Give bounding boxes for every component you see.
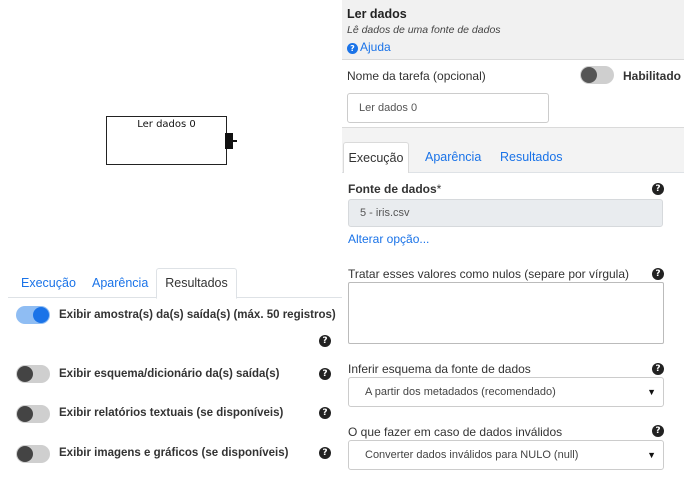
task-name-section: Nome da tarefa (opcional) Habilitado Ler…: [342, 60, 684, 128]
panel-subtitle: Lê dados de uma fonte de dados: [347, 24, 501, 36]
toggle-knob: [17, 366, 33, 382]
task-properties-panel: Ler dados Lê dados de uma fonte de dados…: [342, 0, 684, 489]
help-icon[interactable]: ?: [652, 183, 664, 195]
nulls-textarea[interactable]: [348, 282, 664, 344]
show-sample-toggle[interactable]: [16, 306, 50, 324]
help-icon[interactable]: ?: [652, 363, 664, 375]
help-link[interactable]: ? Ajuda: [347, 40, 391, 54]
output-port-connector: [233, 140, 237, 142]
tab-execucao[interactable]: Execução: [343, 142, 409, 174]
show-schema-label: Exibir esquema/dicionário da(s) saída(s): [59, 368, 280, 380]
invalid-data-value: Converter dados inválidos para NULO (nul…: [365, 449, 579, 461]
invalid-data-label: O que fazer em caso de dados inválidos: [348, 425, 563, 439]
help-link-label: Ajuda: [360, 40, 391, 54]
show-images-label: Exibir imagens e gráficos (se disponívei…: [59, 447, 289, 459]
show-text-reports-label: Exibir relatórios textuais (se disponíve…: [59, 407, 284, 419]
help-icon[interactable]: ?: [319, 447, 331, 459]
question-circle-icon: ?: [347, 43, 358, 54]
tab-resultados[interactable]: Resultados: [156, 268, 237, 299]
execution-tab-content: Fonte de dados* ? 5 - iris.csv Alterar o…: [342, 173, 684, 489]
tab-resultados[interactable]: Resultados: [492, 142, 571, 173]
task-config-area: Execução Aparência Resultados Fonte de d…: [342, 128, 684, 489]
panel-title: Ler dados: [347, 7, 407, 21]
toggle-knob: [581, 67, 597, 83]
change-option-link[interactable]: Alterar opção...: [348, 232, 429, 246]
chevron-down-icon: ▼: [647, 387, 656, 397]
infer-schema-value: A partir dos metadados (recomendado): [365, 386, 556, 398]
tab-aparencia[interactable]: Aparência: [84, 268, 156, 298]
nulls-label: Tratar esses valores como nulos (separe …: [348, 267, 630, 281]
output-port[interactable]: [225, 133, 233, 149]
help-icon[interactable]: ?: [319, 335, 331, 347]
data-source-label: Fonte de dados*: [348, 182, 441, 196]
tab-aparencia[interactable]: Aparência: [417, 142, 489, 173]
toggle-knob: [17, 406, 33, 422]
panel-header: Ler dados Lê dados de uma fonte de dados…: [342, 0, 684, 60]
help-icon[interactable]: ?: [652, 268, 664, 280]
results-panel-tabs: Execução Aparência Resultados: [8, 268, 342, 299]
invalid-data-select[interactable]: Converter dados inválidos para NULO (nul…: [348, 440, 664, 470]
chevron-down-icon: ▼: [647, 450, 656, 460]
show-images-toggle[interactable]: [16, 445, 50, 463]
data-source-field: 5 - iris.csv: [348, 199, 663, 227]
help-icon[interactable]: ?: [319, 368, 331, 380]
help-icon[interactable]: ?: [319, 407, 331, 419]
help-icon[interactable]: ?: [652, 425, 664, 437]
data-source-label-text: Fonte de dados: [348, 182, 437, 196]
infer-schema-label: Inferir esquema da fonte de dados: [348, 362, 531, 376]
toggle-knob: [33, 307, 49, 323]
task-node-ler-dados[interactable]: Ler dados 0: [106, 116, 227, 165]
toggle-knob: [17, 446, 33, 462]
show-text-reports-toggle[interactable]: [16, 405, 50, 423]
enabled-toggle[interactable]: [580, 66, 614, 84]
results-panel: Execução Aparência Resultados Exibir amo…: [8, 268, 342, 489]
show-schema-toggle[interactable]: [16, 365, 50, 383]
tab-execucao[interactable]: Execução: [13, 268, 84, 298]
config-tabs: Execução Aparência Resultados: [342, 142, 684, 174]
task-node-label: Ler dados 0: [137, 119, 196, 130]
infer-schema-select[interactable]: A partir dos metadados (recomendado) ▼: [348, 377, 664, 407]
task-name-input[interactable]: Ler dados 0: [347, 93, 549, 123]
task-name-label: Nome da tarefa (opcional): [347, 69, 486, 83]
show-sample-label: Exibir amostra(s) da(s) saída(s) (máx. 5…: [59, 309, 336, 321]
required-mark: *: [436, 182, 442, 196]
enabled-label: Habilitado: [623, 69, 682, 83]
